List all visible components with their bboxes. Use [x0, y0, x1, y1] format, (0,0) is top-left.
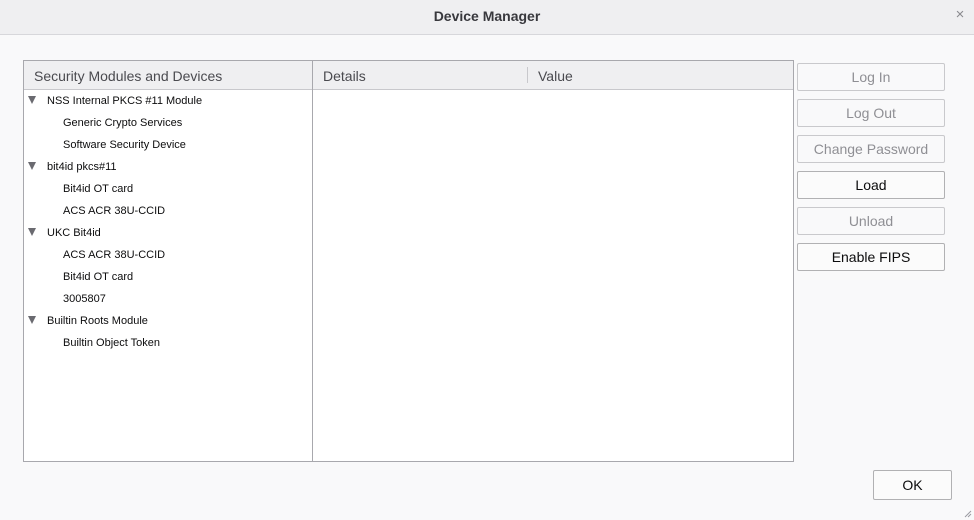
tree-module-row[interactable]: Builtin Roots Module [24, 310, 312, 332]
details-column-header[interactable]: Details Value [313, 61, 793, 90]
unload-button[interactable]: Unload [797, 207, 945, 235]
tree-device-row[interactable]: Builtin Object Token [24, 332, 312, 354]
tree-row-label: ACS ACR 38U-CCID [63, 205, 166, 217]
tree-row-label: ACS ACR 38U-CCID [63, 249, 166, 261]
tree-device-row[interactable]: 3005807 [24, 288, 312, 310]
change-password-button[interactable]: Change Password [797, 135, 945, 163]
load-button[interactable]: Load [797, 171, 945, 199]
tree-device-row[interactable]: ACS ACR 38U-CCID [24, 244, 312, 266]
tree-row-label: 3005807 [63, 293, 106, 305]
tree-device-row[interactable]: Generic Crypto Services [24, 112, 312, 134]
resize-grip-icon[interactable] [962, 508, 972, 518]
tree-row-label: Builtin Roots Module [47, 315, 148, 327]
tree-row-label: Generic Crypto Services [63, 117, 183, 129]
value-column-label[interactable]: Value [538, 68, 573, 84]
title-bar: Device Manager × [0, 0, 974, 35]
tree-device-row[interactable]: ACS ACR 38U-CCID [24, 200, 312, 222]
tree-header-label: Security Modules and Devices [34, 68, 223, 84]
tree-row-label: Builtin Object Token [63, 337, 161, 349]
tree-device-row[interactable]: Bit4id OT card [24, 266, 312, 288]
tree-module-row[interactable]: UKC Bit4id [24, 222, 312, 244]
tree-row-label: Software Security Device [63, 139, 186, 151]
tree-row-label: NSS Internal PKCS #11 Module [47, 95, 203, 107]
tree-device-row[interactable]: Software Security Device [24, 134, 312, 156]
column-separator[interactable] [527, 67, 528, 83]
details-table[interactable]: Details Value [312, 60, 794, 462]
security-modules-tree[interactable]: Security Modules and Devices NSS Interna… [23, 60, 313, 462]
window-title: Device Manager [433, 8, 541, 24]
enable-fips-button[interactable]: Enable FIPS [797, 243, 945, 271]
tree-row-label: Bit4id OT card [63, 271, 134, 283]
expand-triangle-icon[interactable] [28, 316, 36, 324]
expand-triangle-icon[interactable] [28, 162, 36, 170]
log-in-button[interactable]: Log In [797, 63, 945, 91]
tree-module-row[interactable]: NSS Internal PKCS #11 Module [24, 90, 312, 112]
expand-triangle-icon[interactable] [28, 228, 36, 236]
expand-triangle-icon[interactable] [28, 96, 36, 104]
tree-device-row[interactable]: Bit4id OT card [24, 178, 312, 200]
details-column-label[interactable]: Details [323, 68, 366, 84]
close-icon[interactable]: × [952, 7, 968, 23]
tree-row-label: UKC Bit4id [47, 227, 101, 239]
tree-module-row[interactable]: bit4id pkcs#11 [24, 156, 312, 178]
tree-row-label: Bit4id OT card [63, 183, 134, 195]
ok-button[interactable]: OK [873, 470, 952, 500]
log-out-button[interactable]: Log Out [797, 99, 945, 127]
tree-row-label: bit4id pkcs#11 [47, 161, 117, 173]
tree-column-header[interactable]: Security Modules and Devices [24, 61, 312, 90]
